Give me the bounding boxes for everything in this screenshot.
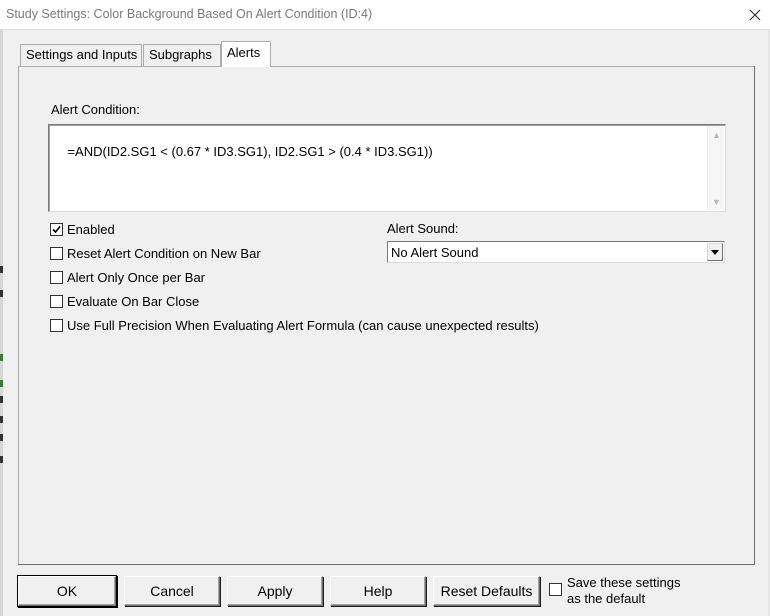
- cancel-button[interactable]: Cancel: [124, 576, 220, 606]
- help-label: Help: [363, 583, 393, 599]
- alert-sound-label: Alert Sound:: [387, 221, 459, 236]
- scroll-up-icon[interactable]: ▲: [711, 129, 722, 140]
- full-precision-label: Use Full Precision When Evaluating Alert…: [67, 317, 539, 333]
- save-default-line2: as the default: [567, 591, 646, 606]
- study-settings-dialog: Study Settings: Color Background Based O…: [0, 0, 770, 616]
- background-window-edge: [0, 30, 3, 616]
- apply-button[interactable]: Apply: [227, 576, 323, 606]
- alert-condition-text: =AND(ID2.SG1 < (0.67 * ID3.SG1), ID2.SG1…: [67, 144, 433, 159]
- save-default-checkbox[interactable]: [549, 583, 562, 596]
- enabled-checkbox-row[interactable]: Enabled: [50, 220, 115, 238]
- tab-subgraphs[interactable]: Subgraphs: [143, 44, 221, 66]
- evaluate-bar-close-label: Evaluate On Bar Close: [67, 293, 200, 309]
- reset-defaults-label: Reset Defaults: [440, 583, 533, 599]
- tab-alerts[interactable]: Alerts: [221, 41, 271, 67]
- reset-alert-checkbox[interactable]: [50, 246, 63, 260]
- alert-condition-input[interactable]: =AND(ID2.SG1 < (0.67 * ID3.SG1), ID2.SG1…: [48, 124, 726, 212]
- tab-label: Alerts: [227, 45, 261, 60]
- evaluate-bar-close-checkbox[interactable]: [50, 294, 63, 308]
- tab-label: Settings and Inputs: [26, 47, 138, 62]
- alert-condition-label: Alert Condition:: [51, 102, 140, 117]
- evaluate-bar-close-checkbox-row[interactable]: Evaluate On Bar Close: [50, 292, 199, 310]
- help-button[interactable]: Help: [330, 576, 426, 606]
- ok-button[interactable]: OK: [18, 576, 116, 606]
- enabled-label: Enabled: [67, 221, 115, 237]
- save-default-line1: Save these settings: [567, 575, 681, 590]
- alert-sound-value: No Alert Sound: [391, 245, 479, 260]
- window-title: Study Settings: Color Background Based O…: [6, 7, 373, 21]
- scroll-down-icon[interactable]: ▼: [711, 196, 722, 207]
- cancel-label: Cancel: [150, 583, 194, 599]
- alert-once-checkbox-row[interactable]: Alert Only Once per Bar: [50, 268, 205, 286]
- reset-alert-label: Reset Alert Condition on New Bar: [67, 245, 261, 261]
- ok-label: OK: [56, 583, 78, 599]
- full-precision-checkbox[interactable]: [50, 318, 63, 332]
- vertical-scrollbar[interactable]: ▲ ▼: [707, 126, 724, 210]
- close-icon[interactable]: [740, 0, 770, 30]
- full-precision-checkbox-row[interactable]: Use Full Precision When Evaluating Alert…: [50, 316, 539, 334]
- alert-once-checkbox[interactable]: [50, 270, 63, 284]
- title-bar: Study Settings: Color Background Based O…: [0, 0, 770, 30]
- alert-sound-select[interactable]: No Alert Sound: [387, 241, 725, 263]
- checkmark-icon: [52, 225, 61, 233]
- tab-label: Subgraphs: [149, 47, 212, 62]
- tab-settings-and-inputs[interactable]: Settings and Inputs: [20, 44, 142, 66]
- reset-alert-checkbox-row[interactable]: Reset Alert Condition on New Bar: [50, 244, 261, 262]
- apply-label: Apply: [257, 583, 293, 599]
- enabled-checkbox[interactable]: [50, 222, 63, 236]
- alert-once-label: Alert Only Once per Bar: [67, 269, 205, 285]
- save-default-label: Save these settings as the default: [567, 575, 680, 607]
- chevron-down-icon[interactable]: [707, 243, 723, 261]
- reset-defaults-button[interactable]: Reset Defaults: [433, 576, 540, 606]
